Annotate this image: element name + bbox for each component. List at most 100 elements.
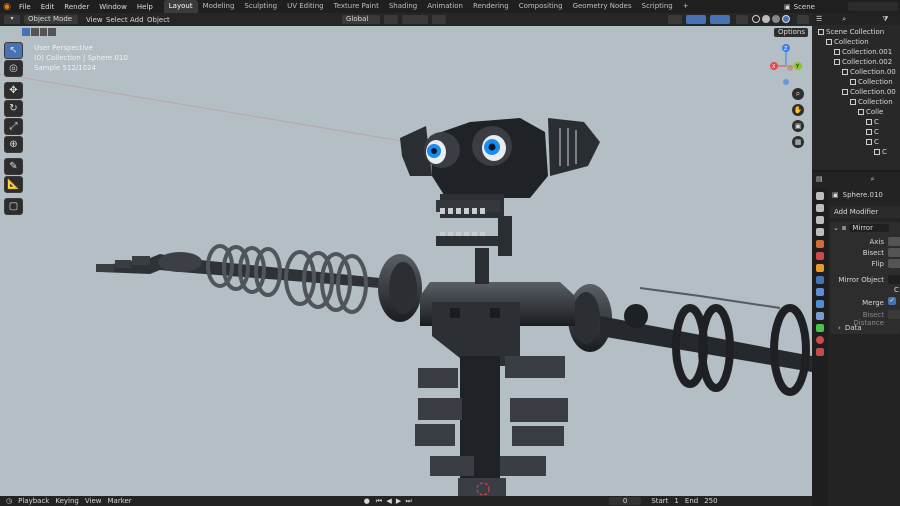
tab-animation[interactable]: Animation	[422, 0, 468, 13]
menu-add[interactable]: Add	[130, 16, 144, 24]
shading-dropdown[interactable]	[797, 15, 809, 24]
flip-field[interactable]	[888, 259, 900, 268]
tab-rendering[interactable]: Rendering	[468, 0, 514, 13]
outliner-row[interactable]: Collection	[812, 97, 900, 107]
menu-window[interactable]: Window	[94, 3, 132, 11]
gizmo-toggle-button[interactable]	[686, 15, 706, 24]
modifier-name-field[interactable]: Mirror	[849, 224, 889, 232]
zoom-icon[interactable]: ⌕	[792, 88, 804, 100]
tab-texture-paint[interactable]: Texture Paint	[329, 0, 384, 13]
current-frame-field[interactable]: 0	[608, 497, 642, 505]
scene-tab-icon[interactable]	[816, 240, 824, 248]
end-frame-field[interactable]: 250	[704, 497, 717, 505]
outliner-row[interactable]: C	[812, 127, 900, 137]
keying-menu[interactable]: Keying	[55, 497, 79, 505]
editor-type-button[interactable]: ▾	[4, 15, 20, 24]
menu-object[interactable]: Object	[147, 16, 170, 24]
add-workspace-button[interactable]: +	[678, 0, 694, 13]
tab-modeling[interactable]: Modeling	[198, 0, 240, 13]
tab-compositing[interactable]: Compositing	[514, 0, 568, 13]
bisect-distance-field[interactable]	[888, 310, 900, 319]
marker-menu[interactable]: Marker	[107, 497, 131, 505]
data-tab-icon[interactable]	[816, 324, 824, 332]
outliner-search-icon[interactable]: ⌕	[842, 15, 846, 24]
menu-render[interactable]: Render	[59, 3, 94, 11]
solid-shading-icon[interactable]	[762, 15, 770, 23]
physics-tab-icon[interactable]	[816, 300, 824, 308]
mode-selector[interactable]: Object Mode	[24, 15, 78, 24]
material-shading-icon[interactable]	[772, 15, 780, 23]
view-menu[interactable]: View	[85, 497, 102, 505]
pivot-button[interactable]	[384, 15, 398, 24]
outliner-filter-icon[interactable]: ⧩	[882, 15, 888, 24]
snap-button[interactable]	[402, 15, 428, 24]
outliner-row[interactable]: C	[812, 137, 900, 147]
texture-tab-icon[interactable]	[816, 348, 824, 356]
collapse-chevron-icon[interactable]: ⌄	[833, 224, 839, 232]
material-tab-icon[interactable]	[816, 336, 824, 344]
menu-file[interactable]: File	[14, 3, 36, 11]
pan-hand-icon[interactable]: ✋	[792, 104, 804, 116]
shading-modes[interactable]	[752, 15, 792, 24]
cursor-tool-icon[interactable]: ◎	[4, 60, 23, 77]
blender-logo-icon[interactable]: ◉	[0, 2, 14, 12]
menu-view[interactable]: View	[86, 16, 103, 24]
outliner-editor-icon[interactable]: ☰	[816, 15, 822, 23]
tab-shading[interactable]: Shading	[384, 0, 422, 13]
outliner-row[interactable]: Collection	[812, 37, 900, 47]
playback-controls[interactable]: ⏮ ◀ ▶ ⏭	[376, 497, 413, 506]
tab-layout[interactable]: Layout	[163, 0, 198, 13]
bisect-field[interactable]	[888, 248, 900, 257]
tab-sculpting[interactable]: Sculpting	[239, 0, 282, 13]
rotate-tool-icon[interactable]: ↻	[4, 100, 23, 117]
perspective-toggle-icon[interactable]: ▦	[792, 136, 804, 148]
proportional-edit-button[interactable]	[432, 15, 446, 24]
overlay-toggle-button[interactable]	[710, 15, 730, 24]
menu-help[interactable]: Help	[132, 3, 158, 11]
transform-tool-icon[interactable]: ⊕	[4, 136, 23, 153]
3d-viewport[interactable]: Options User Perspective (0) Collection …	[0, 26, 812, 496]
menu-select[interactable]: Select	[106, 16, 128, 24]
data-subpanel[interactable]: › Data	[830, 322, 900, 334]
playback-menu[interactable]: Playback	[18, 497, 49, 505]
outliner-row[interactable]: Collection	[812, 77, 900, 87]
scene-selector[interactable]: ▣ Scene	[784, 2, 844, 11]
world-tab-icon[interactable]	[816, 252, 824, 260]
scale-tool-icon[interactable]: ⤢	[4, 118, 23, 135]
orientation-selector[interactable]: Global	[342, 15, 380, 24]
outliner-row[interactable]: Scene Collection	[812, 27, 900, 37]
view-layer-selector[interactable]	[848, 2, 898, 11]
properties-search-icon[interactable]: ⌕	[871, 175, 875, 184]
render-tab-icon[interactable]	[816, 204, 824, 212]
modifier-tab-icon[interactable]	[816, 276, 824, 284]
outliner-row[interactable]: C	[812, 147, 900, 157]
rendered-shading-icon[interactable]	[782, 15, 790, 23]
outliner-row[interactable]: Collection.002	[812, 57, 900, 67]
start-frame-field[interactable]: 1	[674, 497, 678, 505]
outliner-row[interactable]: Collection.00	[812, 87, 900, 97]
add-modifier-button[interactable]: Add Modifier	[830, 206, 900, 218]
tab-geometry-nodes[interactable]: Geometry Nodes	[568, 0, 637, 13]
properties-editor-icon[interactable]: ▤	[816, 175, 823, 183]
tab-uv-editing[interactable]: UV Editing	[282, 0, 329, 13]
add-cube-tool-icon[interactable]: ▢	[4, 198, 23, 215]
annotate-tool-icon[interactable]: ✎	[4, 158, 23, 175]
tool-tab-icon[interactable]	[816, 192, 824, 200]
navigation-gizmo[interactable]: Z Y X	[764, 42, 812, 102]
merge-checkbox[interactable]: ✓	[888, 297, 896, 305]
outliner-row[interactable]: Colle	[812, 107, 900, 117]
particles-tab-icon[interactable]	[816, 288, 824, 296]
camera-view-icon[interactable]: ▣	[792, 120, 804, 132]
outliner-row[interactable]: Collection.00	[812, 67, 900, 77]
select-box-tool-icon[interactable]: ↖	[4, 42, 23, 59]
timeline-editor-icon[interactable]: ◷	[6, 497, 12, 505]
record-button[interactable]: ●	[364, 497, 370, 505]
outliner-row[interactable]: C	[812, 117, 900, 127]
wireframe-shading-icon[interactable]	[752, 15, 760, 23]
xray-button[interactable]	[736, 15, 748, 24]
tab-scripting[interactable]: Scripting	[637, 0, 678, 13]
mirror-object-field[interactable]	[888, 275, 900, 284]
axis-field[interactable]	[888, 237, 900, 246]
outliner-row[interactable]: Collection.001	[812, 47, 900, 57]
measure-tool-icon[interactable]: 📐	[4, 176, 23, 193]
